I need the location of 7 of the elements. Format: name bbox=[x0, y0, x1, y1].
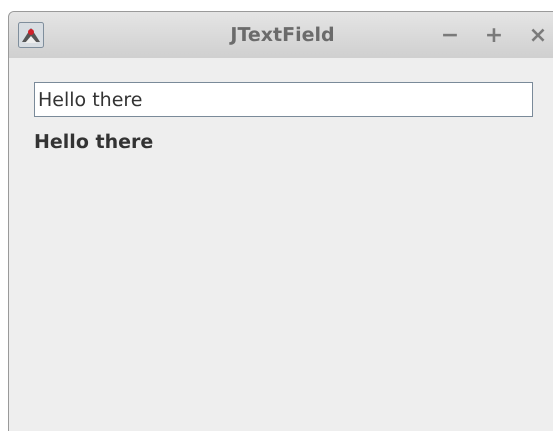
text-label: Hello there bbox=[34, 131, 154, 153]
window-title: JTextField bbox=[228, 24, 336, 46]
text-field[interactable]: Hello there bbox=[34, 82, 533, 117]
window-control[interactable]: × bbox=[519, 22, 553, 48]
window-control[interactable]: − bbox=[431, 22, 469, 48]
app-icon bbox=[18, 22, 44, 48]
window-control[interactable]: + bbox=[475, 22, 513, 48]
